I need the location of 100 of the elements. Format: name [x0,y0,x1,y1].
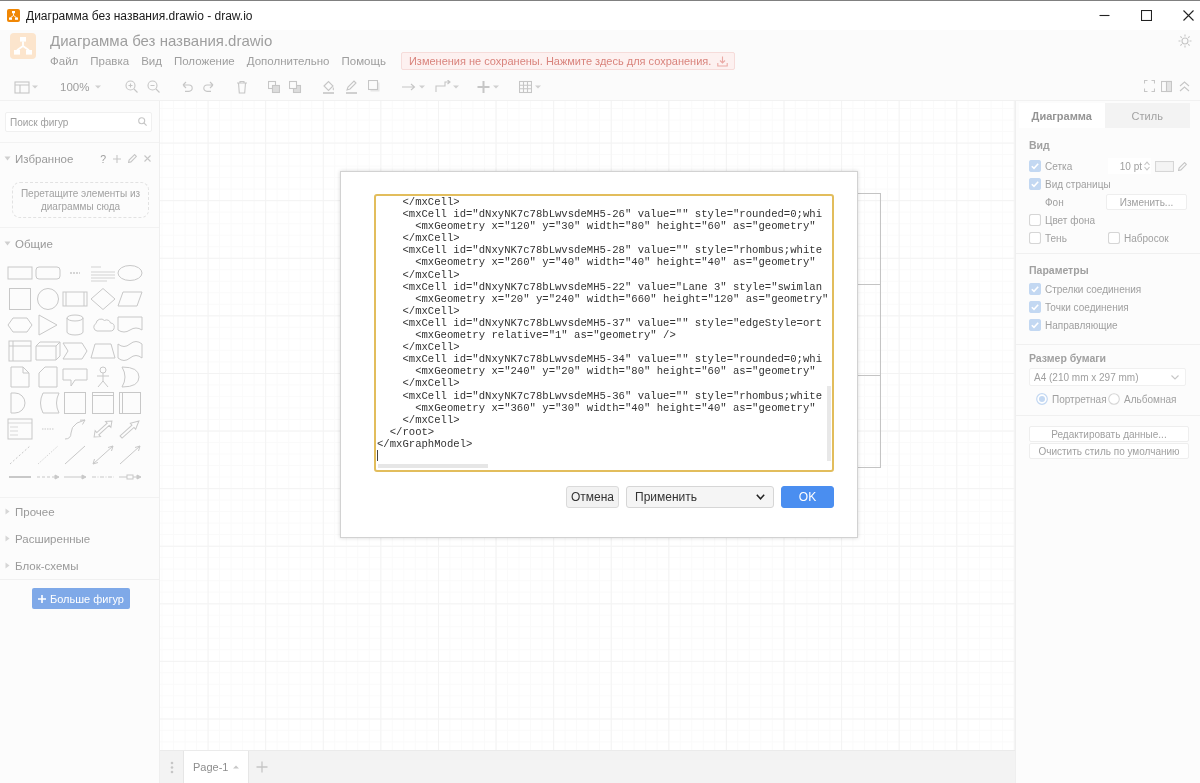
sidebar-section-header[interactable]: Расширенные [2,530,93,547]
plus-icon[interactable] [113,154,121,163]
fullscreen-icon[interactable] [1144,80,1155,94]
list-shape-icon[interactable] [7,418,33,440]
checkbox[interactable] [1029,178,1041,190]
menu-item[interactable]: Дополнительно [246,55,330,67]
radio-button[interactable] [1108,393,1120,405]
thick-line-icon[interactable] [8,474,32,480]
vertical-container-shape-icon[interactable] [117,392,143,414]
panel-layout-icon[interactable] [14,80,30,94]
scrollbar-thumb[interactable] [827,386,831,461]
pencil-icon[interactable] [1178,161,1187,171]
unsaved-changes-notice[interactable]: Изменения не сохранены. Нажмите здесь для сохранения. [400,52,736,70]
menu-item[interactable]: Правка [90,55,130,67]
pencil-icon[interactable] [128,154,137,163]
zoom-dropdown[interactable]: 100% [58,77,104,97]
shadow-square-icon[interactable] [368,80,382,94]
hexagon-shape-icon[interactable] [7,314,33,336]
square-shape-icon[interactable] [7,288,33,310]
overlapping-squares-icon[interactable] [289,80,303,94]
vertical-dots-icon[interactable] [170,760,174,774]
trash-icon[interactable] [236,80,249,94]
sidebar-section-header[interactable]: Блок-схемы [2,557,81,574]
arrow-shape-icon[interactable] [117,418,143,440]
parallelogram-shape-icon[interactable] [117,288,143,310]
document-shape-icon[interactable] [117,314,143,336]
more-shapes-button[interactable]: Больше фигур [32,588,130,609]
short-dashed-line-icon[interactable] [70,271,80,275]
sidebar-section-header[interactable]: Прочее [2,503,57,520]
clear-default-style-button[interactable]: Очистить стиль по умолчанию [1029,443,1189,459]
checkbox[interactable] [1108,232,1120,244]
overlapping-squares-icon[interactable] [268,80,281,94]
menu-item[interactable]: Помощь [341,55,386,67]
checkbox[interactable] [1029,319,1041,331]
note-shape-icon[interactable] [7,366,33,388]
search-icon[interactable] [138,117,147,126]
elbow-arrow-icon[interactable] [435,80,452,94]
tape-shape-icon[interactable] [117,340,143,362]
dashed-arrow-icon[interactable] [35,474,60,480]
circle-shape-icon[interactable] [34,288,61,310]
edit-data-button[interactable]: Редактировать данные... [1029,426,1189,442]
sidebar-section-header[interactable]: Общие [2,235,55,252]
maximize-icon[interactable] [1141,10,1152,21]
zoom-in-icon[interactable] [125,80,139,94]
step-shape-icon[interactable] [62,340,88,362]
page-tab[interactable]: Page-1 [183,751,250,783]
callout-shape-icon[interactable] [62,366,88,388]
line-icon[interactable] [62,444,88,466]
menu-item[interactable]: Вид [141,55,162,67]
paper-size-select[interactable]: A4 (210 mm x 297 mm) [1029,368,1186,386]
double-headed-arrow-icon[interactable] [89,444,116,466]
ok-button[interactable]: OK [781,486,834,508]
caret-icon[interactable] [32,85,38,89]
help-button[interactable]: ? [100,152,106,165]
container-shape-icon[interactable] [89,392,116,414]
panel-tab[interactable]: Стиль [1104,103,1190,128]
dash-dot-line-icon[interactable] [90,474,115,480]
cube-shape-icon[interactable] [34,340,61,362]
split-panel-icon[interactable] [1161,80,1172,94]
search-field[interactable]: Поиск фигур [5,112,152,132]
arrow-line-icon[interactable] [117,444,143,466]
apply-mode-select[interactable]: Применить [626,486,774,508]
undo-icon[interactable] [180,80,194,94]
diamond-shape-icon[interactable] [89,288,116,310]
double-chevron-up-icon[interactable] [1179,80,1190,94]
internal-storage-shape-icon[interactable] [7,340,33,362]
radio-button[interactable] [1036,393,1048,405]
plus-icon[interactable] [477,80,491,94]
zoom-out-icon[interactable] [147,80,161,94]
sun-icon[interactable] [1178,34,1192,48]
caret-icon[interactable] [535,85,542,89]
pencil-line-icon[interactable] [345,80,359,94]
labeled-connector-icon[interactable] [118,474,142,480]
document-title[interactable]: Диаграмма без названия.drawio [50,31,736,51]
xml-text-field[interactable]: </mxCell> <mxCell id="dNxyNK7c78bLwvsdeMH5-26" value="" style="rounded=0;whi <mxGeometry x="120" y="30" width="80" height="60" as="geometry" </mxCell> <mxCell id="dNxyNK7c78bLwvsdeMH5-28" value="" style="rhombus;white <mxGeometry x="260" y="40" width="40" height="40" as="geometry" </mxCell> <mxCell id="dNxyNK7c78bLwvsdeMH5-22" value="Lane 3" style="swimlan <mxGeometry x="20" y="240" width="660" height="120" as="geometry" </mxCell> <mxCell id="dNxyNK7c78bLwvsdeMH5-37" value="" style="edgeStyle=ort <mxGeometry relative="1" as="geometry" /> </mxCell> <mxCell id="dNxyNK7c78bLwvsdeMH5-34" value="" style="rounded=0;whi <mxGeometry x="240" y="20" width="80" height="60" as="geometry" </mxCell> <mxCell id="dNxyNK7c78bLwvsdeMH5-36" value="" style="rhombus;white <mxGeometry x="360" y="30" width="40" height="40" as="geometry" </mxCell> </root> </mxGraphModel> [374,194,834,472]
checkbox[interactable] [1029,301,1041,313]
cancel-button[interactable]: Отмена [566,486,619,508]
paint-bucket-icon[interactable] [322,80,336,94]
caret-icon[interactable] [419,85,426,89]
table-icon[interactable] [519,80,533,94]
caret-icon[interactable] [493,85,500,89]
square-shape-icon[interactable] [62,392,88,414]
checkbox[interactable] [1029,160,1041,172]
trapezoid-shape-icon[interactable] [89,340,116,362]
color-swatch-icon[interactable] [1155,160,1174,172]
curved-arrow-icon[interactable] [62,418,88,440]
arrow-line-icon[interactable] [63,474,87,480]
caret-icon[interactable] [95,85,102,89]
checkbox[interactable] [1029,232,1041,244]
menu-item[interactable]: Файл [50,55,79,67]
plus-icon[interactable] [256,761,269,773]
caret-icon[interactable] [453,85,460,89]
menu-item[interactable]: Положение [173,55,235,67]
change-background-button[interactable]: Изменить... [1106,194,1187,210]
ellipse-shape-icon[interactable] [117,262,143,284]
sidebar-section-header[interactable]: Избранное [2,150,76,167]
checkbox[interactable] [1029,214,1041,226]
process-shape-icon[interactable] [62,288,88,310]
close-icon[interactable] [1183,10,1194,21]
checkbox[interactable] [1029,283,1041,295]
